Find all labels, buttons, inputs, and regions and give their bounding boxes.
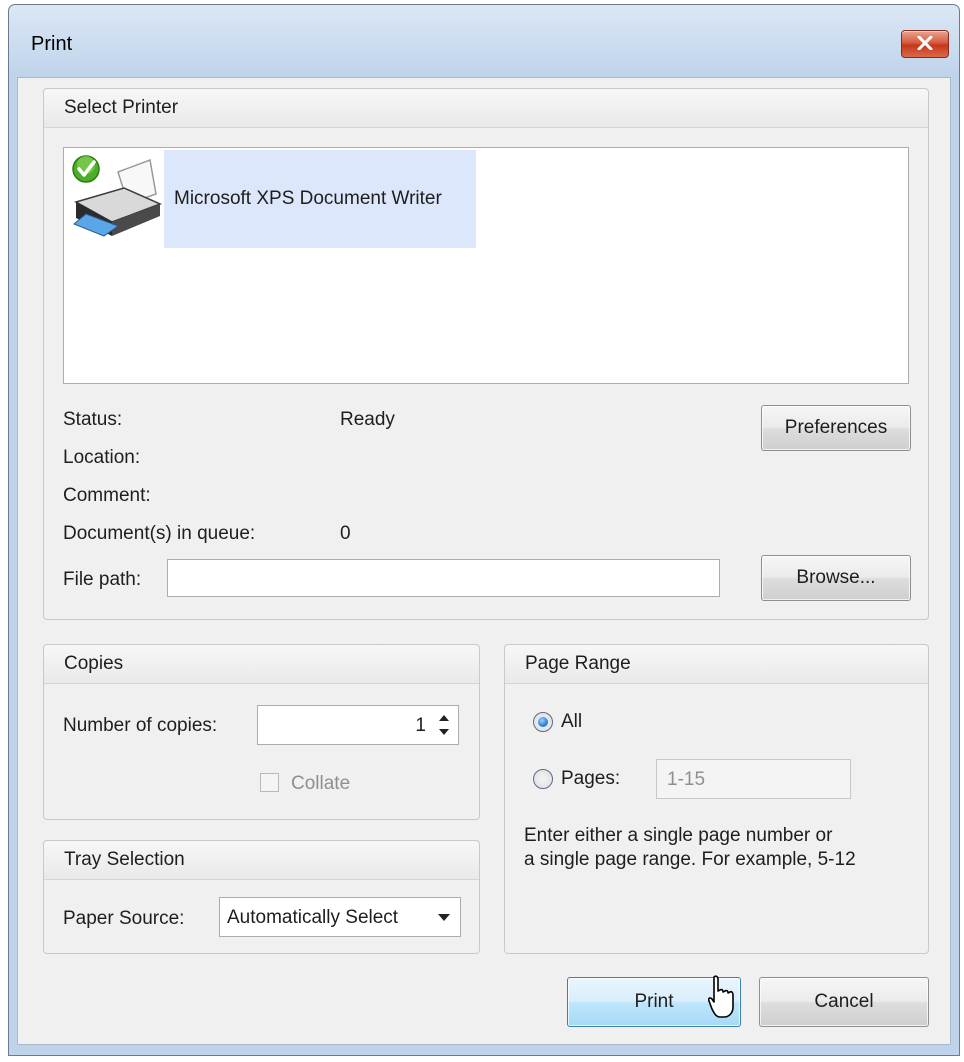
tray-selection-header: Tray Selection [44, 841, 479, 880]
copies-header: Copies [44, 645, 479, 684]
printer-icon [66, 150, 164, 248]
page-range-group: Page Range All Pages: 1-15 Enter either … [504, 644, 929, 954]
number-of-copies-label: Number of copies: [63, 715, 218, 736]
page-range-hint-line2: a single page range. For example, 5-12 [524, 849, 856, 870]
collate-label: Collate [291, 773, 351, 794]
page-range-hint-line1: Enter either a single page number or [524, 825, 833, 846]
close-icon [917, 36, 933, 50]
file-path-input[interactable] [167, 559, 720, 597]
select-printer-header: Select Printer [44, 89, 928, 128]
paper-source-value: Automatically Select [227, 907, 399, 928]
mouse-cursor-icon [708, 975, 734, 1018]
window-title: Print [31, 33, 73, 55]
paper-source-select[interactable]: Automatically Select [219, 897, 461, 937]
all-pages-label: All [561, 711, 583, 732]
copies-value: 1 [415, 715, 426, 736]
dialog-body: Select Printer Microsoft XPS Document Wr… [17, 77, 951, 1045]
queue-value: 0 [340, 523, 351, 544]
printer-item-selected[interactable]: Microsoft XPS Document Writer [66, 150, 476, 248]
printer-default-icon [72, 155, 162, 237]
select-printer-group: Select Printer Microsoft XPS Document Wr… [43, 88, 929, 620]
cancel-button[interactable]: Cancel [759, 977, 929, 1027]
pages-input[interactable]: 1-15 [656, 759, 851, 799]
copies-spinbox[interactable]: 1 [257, 705, 459, 745]
comment-label: Comment: [63, 485, 151, 506]
browse-button[interactable]: Browse... [761, 555, 911, 601]
radio-selected-dot [538, 717, 548, 727]
tray-selection-group: Tray Selection Paper Source: Automatical… [43, 840, 480, 954]
print-dialog-window: Print Select Printer Microsoft XPS Docum… [8, 4, 960, 1056]
all-pages-radio[interactable] [533, 712, 553, 732]
queue-label: Document(s) in queue: [63, 523, 256, 544]
paper-source-label: Paper Source: [63, 908, 185, 929]
status-value: Ready [340, 409, 395, 430]
copies-group: Copies Number of copies: 1 Collate [43, 644, 480, 820]
preferences-button[interactable]: Preferences [761, 405, 911, 451]
pages-radio[interactable] [533, 769, 553, 789]
printer-name: Microsoft XPS Document Writer [174, 188, 442, 209]
file-path-label: File path: [63, 569, 142, 590]
pages-input-value: 1-15 [667, 769, 706, 790]
dropdown-arrow-icon [438, 914, 450, 921]
location-label: Location: [63, 447, 141, 468]
printer-list[interactable]: Microsoft XPS Document Writer [63, 147, 909, 384]
pages-label: Pages: [561, 768, 621, 789]
collate-checkbox[interactable] [260, 773, 279, 792]
close-button[interactable] [901, 30, 949, 58]
status-label: Status: [63, 409, 123, 430]
spin-up-down-icon[interactable] [437, 711, 451, 739]
title-bar[interactable]: Print [9, 5, 959, 77]
page-range-header: Page Range [505, 645, 928, 684]
